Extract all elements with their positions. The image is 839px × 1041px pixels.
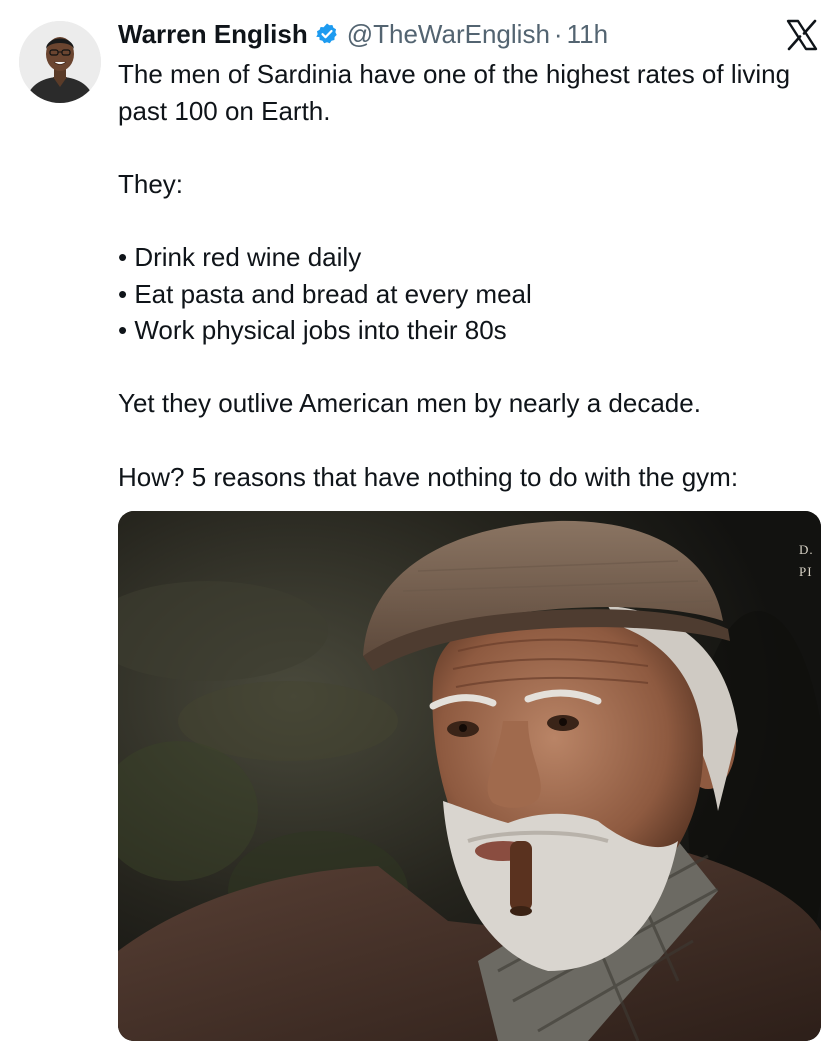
photo-elderly-man-with-cigar — [118, 511, 821, 1041]
tweet-photo[interactable]: D. PI — [118, 511, 821, 1041]
list-item: • Work physical jobs into their 80s — [118, 315, 507, 346]
post-timestamp[interactable]: 11h — [567, 19, 608, 50]
verified-badge-icon — [315, 22, 339, 46]
header-separator: · — [553, 18, 563, 49]
avatar-image — [19, 21, 101, 103]
tweet-intro: The men of Sardinia have one of the high… — [118, 59, 791, 126]
tweet-header: Warren English @TheWarEnglish · 11h — [118, 16, 608, 52]
x-logo-icon — [785, 18, 819, 52]
photo-watermark: D. PI — [799, 539, 821, 583]
tweet-hook-line: How? 5 reasons that have nothing to do w… — [118, 461, 739, 492]
list-item: • Eat pasta and bread at every meal — [118, 278, 532, 309]
author-display-name[interactable]: Warren English — [118, 19, 308, 50]
author-avatar[interactable] — [19, 21, 101, 103]
tweet-card: Warren English @TheWarEnglish · 11h The … — [0, 0, 839, 1041]
watermark-line: PI — [799, 564, 813, 579]
list-item: • Drink red wine daily — [118, 241, 362, 272]
tweet-contrast-line: Yet they outlive American men by nearly … — [118, 388, 701, 419]
author-handle[interactable]: @TheWarEnglish — [347, 19, 550, 50]
habit-list: • Drink red wine daily • Eat pasta and b… — [118, 239, 818, 349]
watermark-line: D. — [799, 542, 814, 557]
tweet-they-line: They: — [118, 168, 184, 199]
tweet-body: The men of Sardinia have one of the high… — [118, 56, 818, 495]
